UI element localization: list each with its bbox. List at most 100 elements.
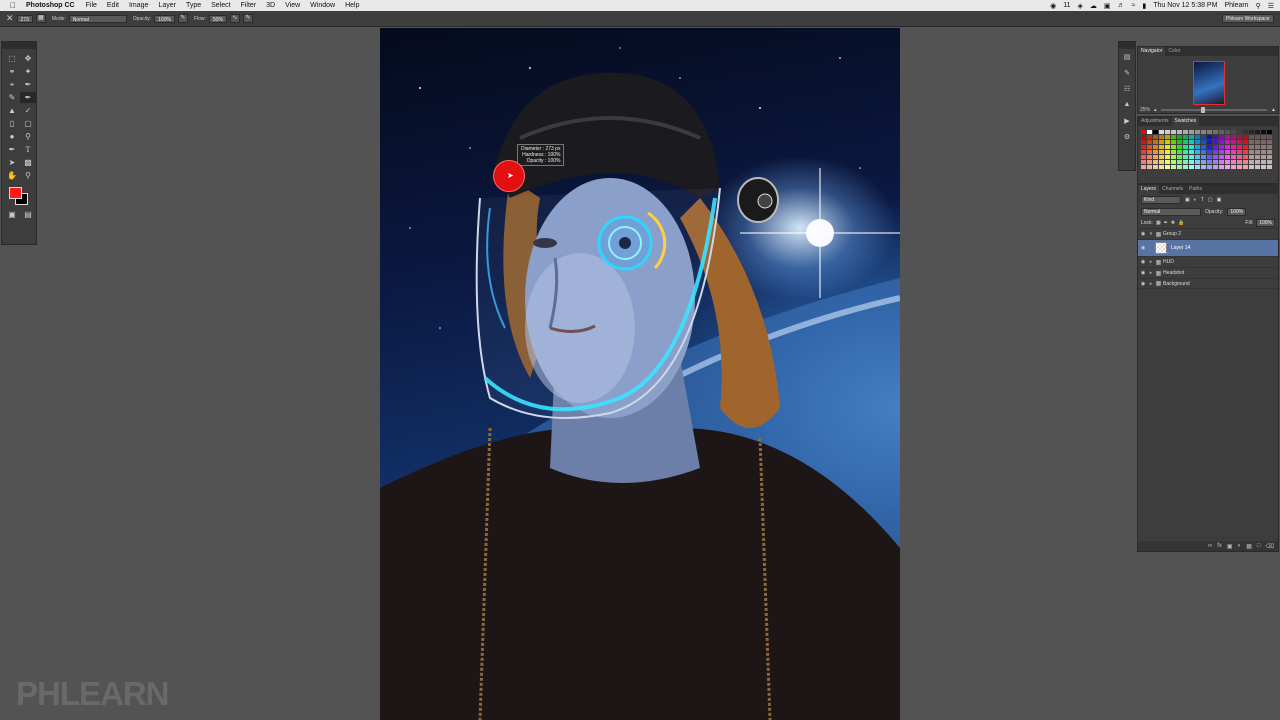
swatch[interactable]: [1231, 130, 1236, 134]
swatch[interactable]: [1183, 165, 1188, 169]
adjustment-layer-icon[interactable]: ◐: [1238, 543, 1242, 549]
history-brush-tool-icon[interactable]: ✓: [20, 105, 36, 116]
visibility-eye-icon[interactable]: ◉: [1138, 281, 1148, 287]
swatch[interactable]: [1165, 130, 1170, 134]
add-mask-icon[interactable]: ▣: [1227, 543, 1233, 550]
volume-icon[interactable]: ♬: [1118, 2, 1125, 9]
lasso-tool-icon[interactable]: ⚭: [4, 66, 20, 77]
swatch[interactable]: [1195, 155, 1200, 159]
swatch[interactable]: [1141, 155, 1146, 159]
actions-icon[interactable]: ▶: [1119, 117, 1135, 129]
swatch[interactable]: [1225, 135, 1230, 139]
swatch[interactable]: [1159, 165, 1164, 169]
swatch[interactable]: [1201, 145, 1206, 149]
swatch[interactable]: [1249, 160, 1254, 164]
swatch[interactable]: [1189, 140, 1194, 144]
swatch[interactable]: [1207, 130, 1212, 134]
path-select-tool-icon[interactable]: ➤: [4, 157, 20, 168]
swatch[interactable]: [1153, 165, 1158, 169]
swatch[interactable]: [1171, 165, 1176, 169]
delete-layer-icon[interactable]: ⌫: [1266, 543, 1274, 550]
swatch[interactable]: [1165, 150, 1170, 154]
swatch[interactable]: [1237, 135, 1242, 139]
swatch[interactable]: [1183, 145, 1188, 149]
swatch[interactable]: [1207, 150, 1212, 154]
swatch[interactable]: [1171, 145, 1176, 149]
swatch[interactable]: [1159, 135, 1164, 139]
swatch[interactable]: [1267, 135, 1272, 139]
pen-tool-icon[interactable]: ✒: [4, 144, 20, 155]
swatch[interactable]: [1183, 155, 1188, 159]
visibility-eye-icon[interactable]: ◉: [1138, 270, 1148, 276]
record-icon[interactable]: ◉: [1050, 2, 1056, 10]
swatch[interactable]: [1261, 140, 1266, 144]
zoom-slider[interactable]: [1160, 107, 1268, 113]
swatch[interactable]: [1243, 145, 1248, 149]
swatch[interactable]: [1165, 135, 1170, 139]
document-canvas[interactable]: [380, 28, 900, 720]
swatch[interactable]: [1147, 135, 1152, 139]
swatch[interactable]: [1249, 130, 1254, 134]
swatch[interactable]: [1219, 155, 1224, 159]
brush-preset-size[interactable]: 273: [16, 14, 33, 23]
swatch[interactable]: [1195, 140, 1200, 144]
zoom-in-icon[interactable]: ▲: [1271, 107, 1276, 113]
swatch[interactable]: [1225, 130, 1230, 134]
swatch[interactable]: [1225, 140, 1230, 144]
swatch[interactable]: [1267, 165, 1272, 169]
swatch[interactable]: [1267, 140, 1272, 144]
tab-layers[interactable]: Layers: [1138, 185, 1160, 194]
layer-row-group-2[interactable]: ◉ ▾ ▦ Group 2: [1138, 228, 1278, 239]
cloud-icon[interactable]: ☁: [1090, 2, 1097, 10]
swatch[interactable]: [1249, 155, 1254, 159]
swatch[interactable]: [1261, 160, 1266, 164]
clone-source-icon[interactable]: ▲: [1119, 101, 1135, 113]
swatch[interactable]: [1249, 135, 1254, 139]
quick-select-tool-icon[interactable]: ✦: [20, 66, 36, 77]
brush-tool-icon[interactable]: ✕: [6, 13, 14, 24]
swatch[interactable]: [1231, 165, 1236, 169]
swatch[interactable]: [1189, 160, 1194, 164]
swatch[interactable]: [1201, 150, 1206, 154]
tab-color[interactable]: Color: [1165, 47, 1183, 56]
swatch[interactable]: [1183, 140, 1188, 144]
notification-badge[interactable]: 11: [1063, 2, 1070, 9]
swatch[interactable]: [1267, 145, 1272, 149]
swatch[interactable]: [1207, 165, 1212, 169]
swatch[interactable]: [1207, 135, 1212, 139]
user-menu[interactable]: Phlearn: [1224, 2, 1248, 9]
swatch[interactable]: [1261, 135, 1266, 139]
type-tool-icon[interactable]: T: [20, 144, 36, 155]
lock-position-icon[interactable]: ✥: [1171, 220, 1175, 226]
swatch[interactable]: [1201, 165, 1206, 169]
swatch[interactable]: [1201, 135, 1206, 139]
swatch[interactable]: [1153, 140, 1158, 144]
swatch[interactable]: [1171, 135, 1176, 139]
swatch[interactable]: [1165, 140, 1170, 144]
tab-swatches[interactable]: Swatches: [1171, 117, 1200, 126]
brush-panel-icon[interactable]: ▦: [35, 14, 46, 23]
swatch[interactable]: [1231, 150, 1236, 154]
swatch[interactable]: [1207, 160, 1212, 164]
layer-row-hud[interactable]: ◉ ▸ ▦ HUD: [1138, 256, 1278, 267]
swatch[interactable]: [1177, 150, 1182, 154]
swatch[interactable]: [1195, 150, 1200, 154]
swatch[interactable]: [1231, 145, 1236, 149]
zoom-out-icon[interactable]: ▴: [1154, 107, 1157, 113]
swatch[interactable]: [1159, 160, 1164, 164]
workspace-select[interactable]: Phlearn Workspace: [1222, 14, 1274, 23]
swatch[interactable]: [1183, 150, 1188, 154]
swatch[interactable]: [1207, 155, 1212, 159]
swatch[interactable]: [1153, 160, 1158, 164]
pressure-size-icon[interactable]: ✎: [242, 14, 253, 23]
visibility-eye-icon[interactable]: ◉: [1138, 231, 1148, 237]
zoom-tool-icon[interactable]: ⚲: [20, 170, 36, 181]
swatch[interactable]: [1213, 165, 1218, 169]
swatch[interactable]: [1255, 160, 1260, 164]
opacity-field[interactable]: 100%: [154, 14, 175, 23]
swatch[interactable]: [1141, 150, 1146, 154]
swatch[interactable]: [1261, 130, 1266, 134]
swatch[interactable]: [1231, 160, 1236, 164]
swatch[interactable]: [1219, 140, 1224, 144]
lock-transparent-icon[interactable]: ▦: [1156, 220, 1161, 226]
